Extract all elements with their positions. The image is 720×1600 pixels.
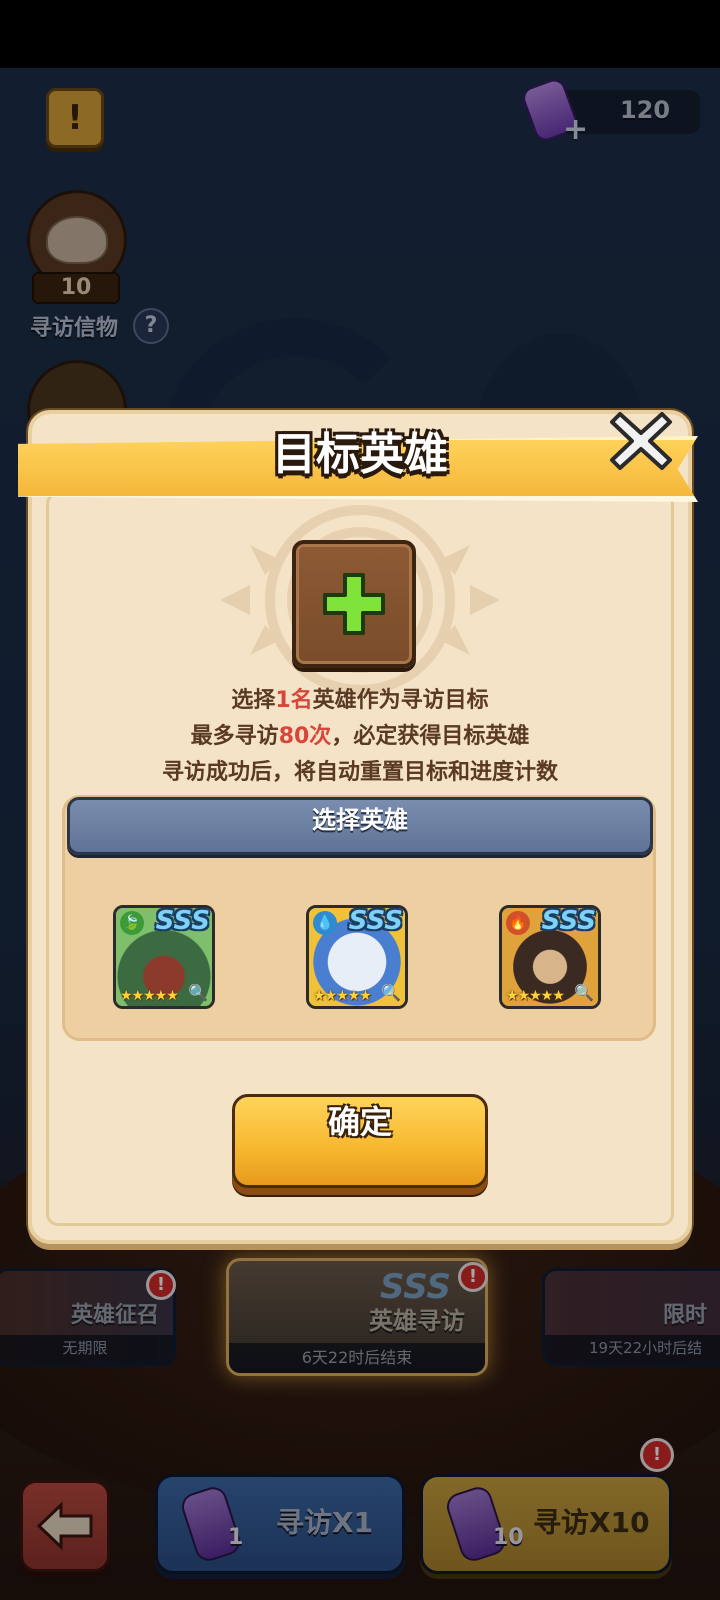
status-bar xyxy=(0,0,720,68)
highlight-text: 80次 xyxy=(278,724,332,749)
description-line: 最多寻访80次，必定获得目标英雄 xyxy=(28,718,692,750)
select-hero-header: 选择英雄 xyxy=(67,797,653,855)
description-text: ，必定获得目标英雄 xyxy=(331,724,530,749)
magnifier-icon[interactable]: 🔍 xyxy=(574,983,594,1002)
plus-icon xyxy=(323,573,385,635)
description-line: 寻访成功后，将自动重置目标和进度计数 xyxy=(161,760,558,785)
rank-badge: SSS xyxy=(155,906,210,936)
confirm-button[interactable]: 确定 xyxy=(232,1094,488,1188)
hero-card[interactable]: 🍃 SSS ★★★★★ 🔍 xyxy=(113,905,215,1009)
description-line: 选择1名英雄作为寻访目标 xyxy=(28,682,692,714)
hero-card[interactable]: 🔥 SSS ★★★★★ 🔍 xyxy=(499,905,601,1009)
close-button[interactable] xyxy=(608,408,674,474)
star-rating: ★★★★★ xyxy=(120,988,179,1004)
highlight-text: 1名 xyxy=(275,688,313,713)
add-target-hero-button[interactable] xyxy=(292,540,416,668)
close-icon xyxy=(610,412,672,470)
rank-badge: SSS xyxy=(541,906,596,936)
fire-element-icon: 🔥 xyxy=(506,911,530,935)
description-text: 英雄作为寻访目标 xyxy=(312,688,489,713)
water-element-icon: 💧 xyxy=(313,911,337,935)
hero-card[interactable]: 💧 SSS ★★★★★ 🔍 xyxy=(306,905,408,1009)
description-text: 最多寻访 xyxy=(190,724,279,749)
magnifier-icon[interactable]: 🔍 xyxy=(381,983,401,1002)
star-rating: ★★★★★ xyxy=(506,988,565,1004)
star-rating: ★★★★★ xyxy=(313,988,372,1004)
rank-badge: SSS xyxy=(348,906,403,936)
magnifier-icon[interactable]: 🔍 xyxy=(188,983,208,1002)
description-text: 选择 xyxy=(231,688,276,713)
leaf-element-icon: 🍃 xyxy=(120,911,144,935)
